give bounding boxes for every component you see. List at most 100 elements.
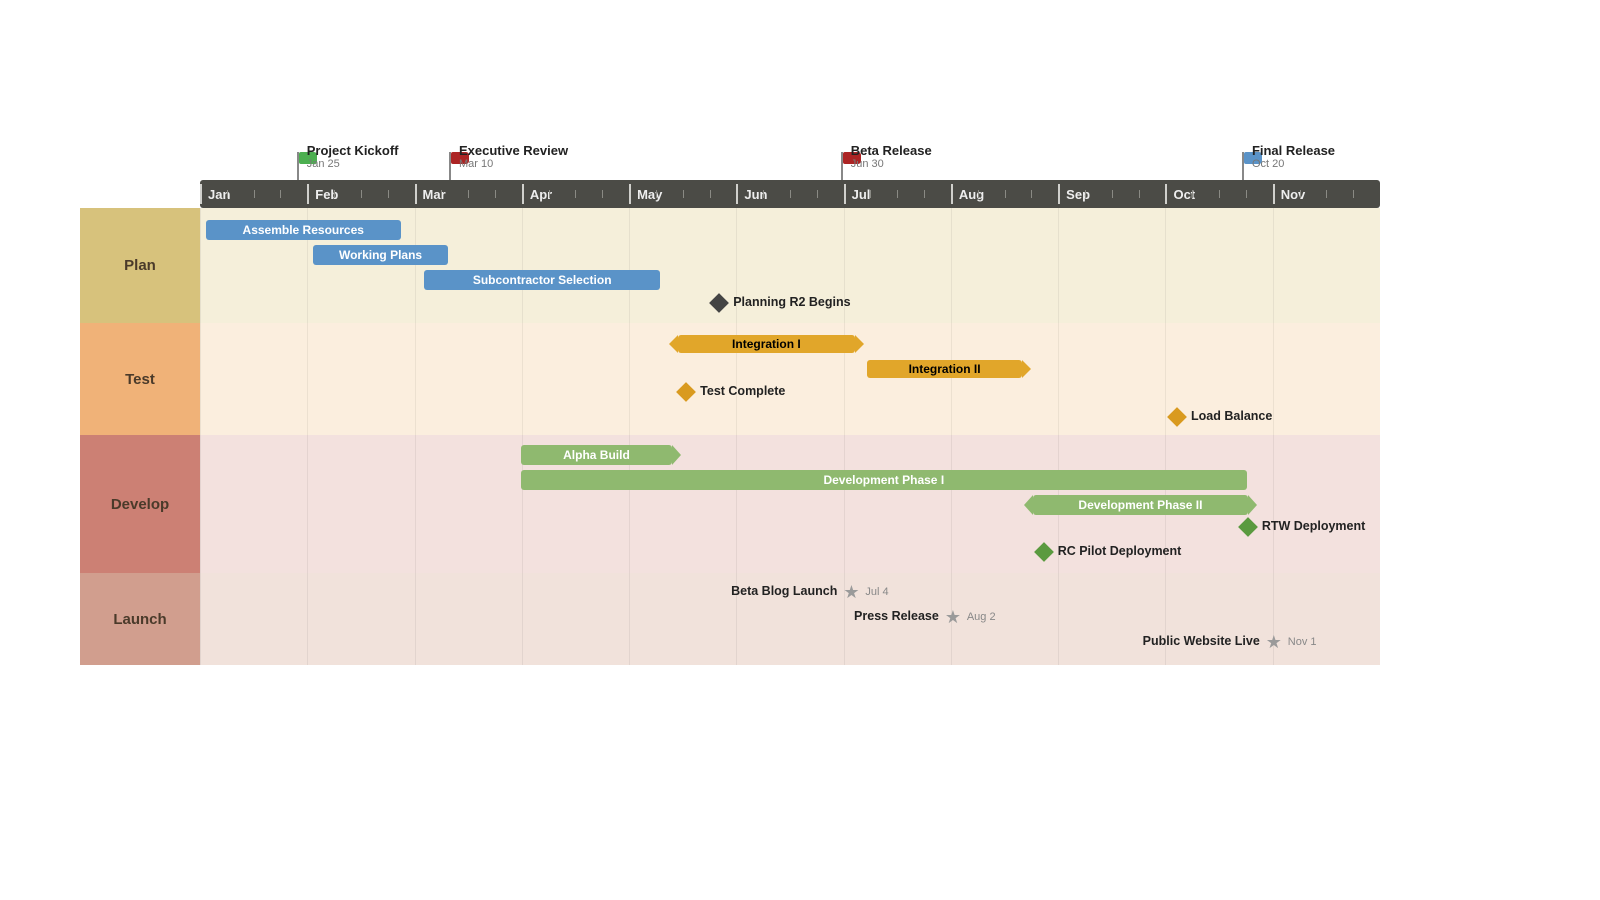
diamond-milestone bbox=[1167, 407, 1187, 427]
month-minor-tick bbox=[1031, 190, 1032, 198]
month-tick bbox=[307, 184, 309, 204]
month-minor-tick bbox=[602, 190, 603, 198]
milestone-title: Final Release bbox=[1252, 143, 1335, 158]
milestone-title: Beta Release bbox=[851, 143, 932, 158]
launch-event-date: Nov 1 bbox=[1288, 636, 1317, 648]
task-bar-label: Integration I bbox=[732, 337, 801, 351]
month-label: Aug bbox=[959, 180, 984, 208]
month-tick bbox=[736, 184, 738, 204]
month-minor-tick bbox=[683, 190, 684, 198]
month-minor-tick bbox=[468, 190, 469, 198]
month-label: Nov bbox=[1281, 180, 1306, 208]
launch-event-label: Press Release bbox=[854, 609, 939, 623]
milestone-title: Executive Review bbox=[459, 143, 568, 158]
row-launch-label: Launch bbox=[80, 573, 200, 665]
month-minor-tick bbox=[1005, 190, 1006, 198]
month-minor-tick bbox=[897, 190, 898, 198]
task-bar: Development Phase II bbox=[1033, 495, 1248, 515]
task-bar-label: Alpha Build bbox=[563, 448, 630, 462]
task-bar: Integration I bbox=[678, 335, 855, 353]
month-tick bbox=[951, 184, 953, 204]
diamond-milestone bbox=[1034, 542, 1054, 562]
diamond-milestone-label: RC Pilot Deployment bbox=[1058, 544, 1182, 558]
gantt-chart: Project KickoffJan 25Executive ReviewMar… bbox=[80, 120, 1380, 665]
month-minor-tick bbox=[763, 190, 764, 198]
launch-event-label: Public Website Live bbox=[1143, 634, 1260, 648]
month-minor-tick bbox=[1300, 190, 1301, 198]
milestone-flags-area: Project KickoffJan 25Executive ReviewMar… bbox=[80, 120, 1380, 180]
month-minor-tick bbox=[388, 190, 389, 198]
launch-event-date: Aug 2 bbox=[967, 611, 996, 623]
milestone-date: Oct 20 bbox=[1252, 158, 1335, 170]
milestone-date: Jan 25 bbox=[307, 158, 399, 170]
month-tick bbox=[1058, 184, 1060, 204]
month-tick bbox=[1165, 184, 1167, 204]
timeline-months-bar: JanFebMarAprMayJunJulAugSepOctNov bbox=[200, 180, 1380, 208]
month-minor-tick bbox=[817, 190, 818, 198]
diamond-milestone-label: RTW Deployment bbox=[1262, 519, 1365, 533]
month-tick bbox=[200, 184, 202, 204]
month-minor-tick bbox=[978, 190, 979, 198]
month-minor-tick bbox=[1139, 190, 1140, 198]
launch-event-label: Beta Blog Launch bbox=[731, 584, 837, 598]
row-develop-label: Develop bbox=[80, 435, 200, 573]
diamond-milestone bbox=[709, 293, 729, 313]
diamond-milestone-label: Load Balance bbox=[1191, 409, 1272, 423]
row-develop-body: Alpha Build Development Phase I Developmen… bbox=[200, 435, 1380, 573]
month-minor-tick bbox=[549, 190, 550, 198]
task-bar: Development Phase I bbox=[521, 470, 1247, 490]
month-label: Jul bbox=[852, 180, 871, 208]
month-minor-tick bbox=[575, 190, 576, 198]
month-minor-tick bbox=[1326, 190, 1327, 198]
row-plan-body: Assemble Resources Working Plans Subcontra… bbox=[200, 208, 1380, 323]
task-bar-label: Integration II bbox=[909, 362, 981, 376]
month-minor-tick bbox=[1085, 190, 1086, 198]
month-minor-tick bbox=[870, 190, 871, 198]
month-minor-tick bbox=[227, 190, 228, 198]
diamond-milestone-label: Planning R2 Begins bbox=[733, 295, 850, 309]
month-tick bbox=[844, 184, 846, 204]
diamond-milestone bbox=[676, 382, 696, 402]
task-bar-label: Subcontractor Selection bbox=[473, 273, 612, 287]
row-plan-label: Plan bbox=[80, 208, 200, 323]
month-label: May bbox=[637, 180, 662, 208]
task-bar: Assemble Resources bbox=[206, 220, 401, 240]
row-test: Test Integration IIntegration IITest Com… bbox=[80, 323, 1380, 435]
month-minor-tick bbox=[1246, 190, 1247, 198]
month-minor-tick bbox=[710, 190, 711, 198]
month-minor-tick bbox=[441, 190, 442, 198]
task-bar: Subcontractor Selection bbox=[424, 270, 660, 290]
row-launch-body: ★ Beta Blog Launch Jul 4 ★ Press Release Aug … bbox=[200, 573, 1380, 665]
month-label: Sep bbox=[1066, 180, 1090, 208]
row-plan: Plan Assemble Resources Working Plans Subc… bbox=[80, 208, 1380, 323]
task-bar: Working Plans bbox=[313, 245, 448, 265]
month-minor-tick bbox=[280, 190, 281, 198]
task-bar-label: Working Plans bbox=[339, 248, 422, 262]
launch-event-date: Jul 4 bbox=[865, 586, 888, 598]
task-bar-label: Development Phase I bbox=[823, 473, 944, 487]
row-develop: Develop Alpha Build Development Phase I De… bbox=[80, 435, 1380, 573]
task-bar: Integration II bbox=[867, 360, 1023, 378]
month-tick bbox=[415, 184, 417, 204]
row-launch: Launch ★ Beta Blog Launch Jul 4 ★ Press Rele… bbox=[80, 573, 1380, 665]
month-minor-tick bbox=[254, 190, 255, 198]
milestone-date: Jun 30 bbox=[851, 158, 932, 170]
month-minor-tick bbox=[495, 190, 496, 198]
star-icon: ★ bbox=[843, 583, 859, 601]
row-test-body: Integration IIntegration IITest Complete… bbox=[200, 323, 1380, 435]
month-tick bbox=[629, 184, 631, 204]
month-minor-tick bbox=[1353, 190, 1354, 198]
row-test-label: Test bbox=[80, 323, 200, 435]
task-bar-label: Development Phase II bbox=[1078, 498, 1202, 512]
star-icon: ★ bbox=[945, 608, 961, 626]
swimlanes: Plan Assemble Resources Working Plans Subc… bbox=[80, 208, 1380, 665]
task-bar-label: Assemble Resources bbox=[243, 223, 364, 237]
month-minor-tick bbox=[1192, 190, 1193, 198]
month-minor-tick bbox=[656, 190, 657, 198]
month-minor-tick bbox=[924, 190, 925, 198]
month-minor-tick bbox=[1219, 190, 1220, 198]
milestone-date: Mar 10 bbox=[459, 158, 568, 170]
month-tick bbox=[1273, 184, 1275, 204]
month-minor-tick bbox=[790, 190, 791, 198]
star-icon: ★ bbox=[1266, 633, 1282, 651]
